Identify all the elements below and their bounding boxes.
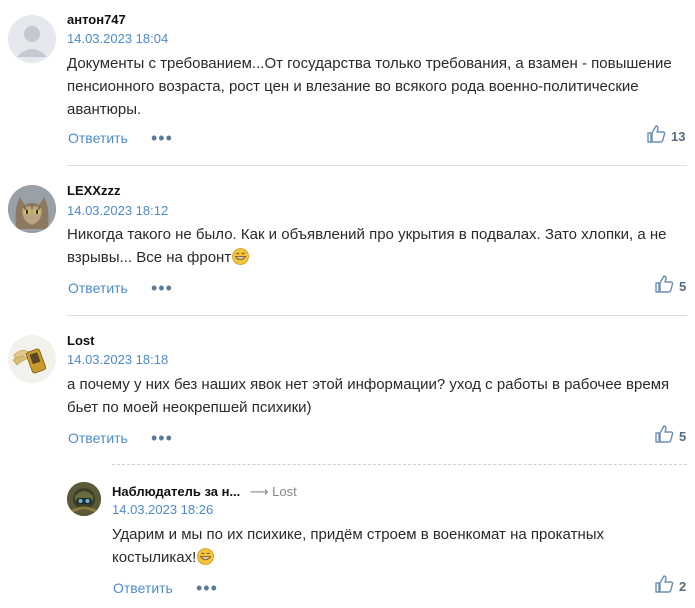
reply-button[interactable]: Ответить bbox=[113, 580, 173, 596]
thumbs-up-icon bbox=[655, 275, 674, 293]
comment-text: Документы с требованием...От государства… bbox=[67, 55, 672, 118]
comment-item: LEXXzzz 14.03.2023 18:12 Никогда такого … bbox=[0, 166, 695, 316]
like-count: 13 bbox=[671, 129, 686, 144]
comment-text: а почему у них без наших явок нет этой и… bbox=[67, 376, 670, 416]
comment-text: Никогда такого не было. Как и объявлений… bbox=[67, 223, 687, 272]
comment-author: Наблюдатель за н... ⟶ Lost bbox=[112, 484, 297, 500]
thumbs-up-icon bbox=[647, 125, 666, 143]
helmet-avatar-icon bbox=[67, 482, 101, 516]
like-count: 5 bbox=[679, 429, 687, 444]
thumbs-up-icon bbox=[655, 575, 674, 593]
comment-author[interactable]: LEXXzzz bbox=[67, 183, 120, 198]
reply-comment-item: Наблюдатель за н... ⟶ Lost 14.03.2023 18… bbox=[0, 466, 695, 608]
reply-button[interactable]: Ответить bbox=[68, 280, 128, 296]
comment-date: 14.03.2023 18:04 bbox=[67, 31, 169, 46]
winged-phone-avatar-icon bbox=[8, 335, 56, 383]
reply-author-name[interactable]: Наблюдатель за н... bbox=[112, 484, 240, 499]
avatar[interactable] bbox=[8, 335, 56, 383]
more-dots-icon[interactable]: ••• bbox=[151, 279, 173, 297]
default-user-icon bbox=[8, 15, 56, 63]
reply-divider bbox=[112, 464, 687, 465]
comment-author[interactable]: Lost bbox=[67, 333, 94, 348]
like-button[interactable]: 2 bbox=[654, 574, 686, 594]
like-button[interactable]: 5 bbox=[654, 274, 686, 294]
like-count: 5 bbox=[679, 279, 687, 294]
comment-date: 14.03.2023 18:18 bbox=[67, 352, 169, 367]
grinning-emoji-icon bbox=[232, 248, 250, 272]
comment-item: антон747 14.03.2023 18:04 Документы с тр… bbox=[0, 0, 695, 166]
avatar[interactable] bbox=[67, 482, 101, 516]
comment-date: 14.03.2023 18:12 bbox=[67, 203, 169, 218]
more-dots-icon[interactable]: ••• bbox=[151, 129, 173, 147]
like-count: 2 bbox=[679, 579, 687, 594]
more-dots-icon[interactable]: ••• bbox=[196, 579, 218, 597]
comment-text: Ударим и мы по их психике, придём строем… bbox=[112, 523, 672, 572]
more-dots-icon[interactable]: ••• bbox=[151, 429, 173, 447]
comment-text-content: Ударим и мы по их психике, придём строем… bbox=[112, 526, 605, 566]
like-button[interactable]: 13 bbox=[646, 124, 685, 144]
like-button[interactable]: 5 bbox=[654, 424, 686, 444]
avatar[interactable] bbox=[8, 185, 56, 233]
comment-item: Lost 14.03.2023 18:18 а почему у них без… bbox=[0, 316, 695, 466]
comment-author[interactable]: антон747 bbox=[67, 12, 126, 27]
thumbs-up-icon bbox=[655, 425, 674, 443]
avatar[interactable] bbox=[8, 15, 56, 63]
reply-to-link[interactable]: ⟶ Lost bbox=[250, 484, 297, 499]
grinning-emoji-icon bbox=[197, 548, 215, 572]
comment-text-content: Никогда такого не было. Как и объявлений… bbox=[67, 226, 667, 266]
reply-button[interactable]: Ответить bbox=[68, 430, 128, 446]
reply-button[interactable]: Ответить bbox=[68, 130, 128, 146]
comment-date: 14.03.2023 18:26 bbox=[112, 502, 214, 517]
cat-avatar-icon bbox=[8, 185, 56, 233]
